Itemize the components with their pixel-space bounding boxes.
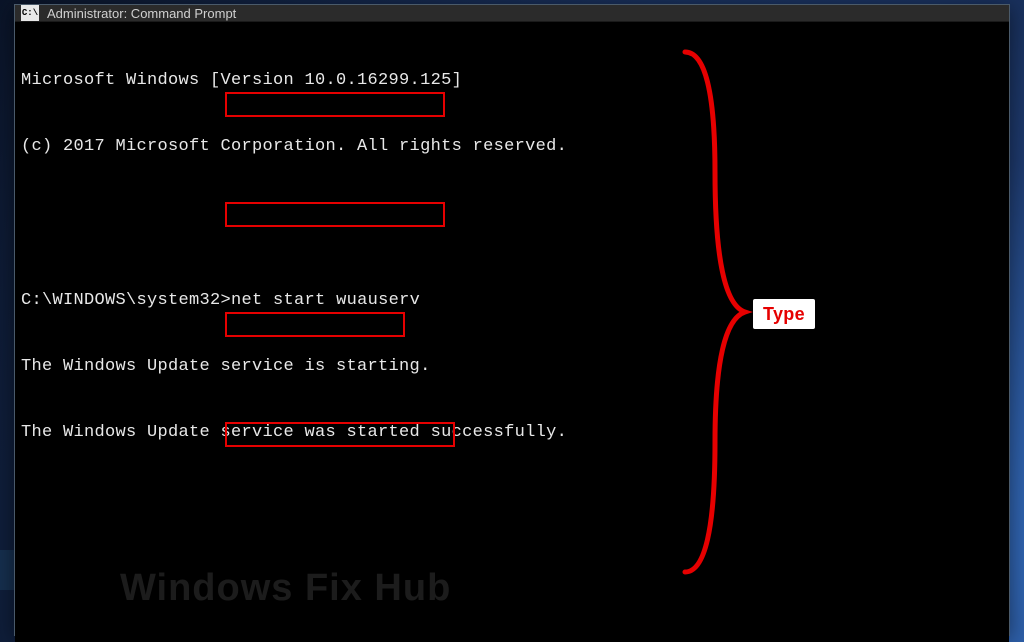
msg-1a: The Windows Update service is starting.: [21, 356, 1003, 378]
blank-line: [21, 488, 1003, 510]
highlight-box-3: [225, 312, 405, 337]
blank-line: [21, 554, 1003, 576]
cmd-icon-text: C:\: [22, 8, 38, 18]
watermark: Windows Fix Hub: [120, 577, 451, 599]
header-line-2: (c) 2017 Microsoft Corporation. All righ…: [21, 136, 1003, 158]
terminal-area[interactable]: Microsoft Windows [Version 10.0.16299.12…: [15, 22, 1009, 642]
window-title: Administrator: Command Prompt: [47, 6, 236, 21]
prompt-1: C:\WINDOWS\system32>: [21, 291, 231, 310]
cmd-1: net start wuauserv: [231, 291, 420, 310]
msg-1b: The Windows Update service was started s…: [21, 422, 1003, 444]
titlebar[interactable]: C:\ Administrator: Command Prompt: [15, 5, 1009, 22]
header-line-1: Microsoft Windows [Version 10.0.16299.12…: [21, 70, 1003, 92]
annotation-label: Type: [753, 299, 815, 329]
cmd-icon: C:\: [21, 5, 39, 21]
cmd-line-1: C:\WINDOWS\system32>net start wuauserv: [21, 290, 1003, 312]
blank-line: [21, 202, 1003, 224]
highlight-box-1: [225, 92, 445, 117]
command-prompt-window: C:\ Administrator: Command Prompt Micros…: [14, 4, 1010, 636]
